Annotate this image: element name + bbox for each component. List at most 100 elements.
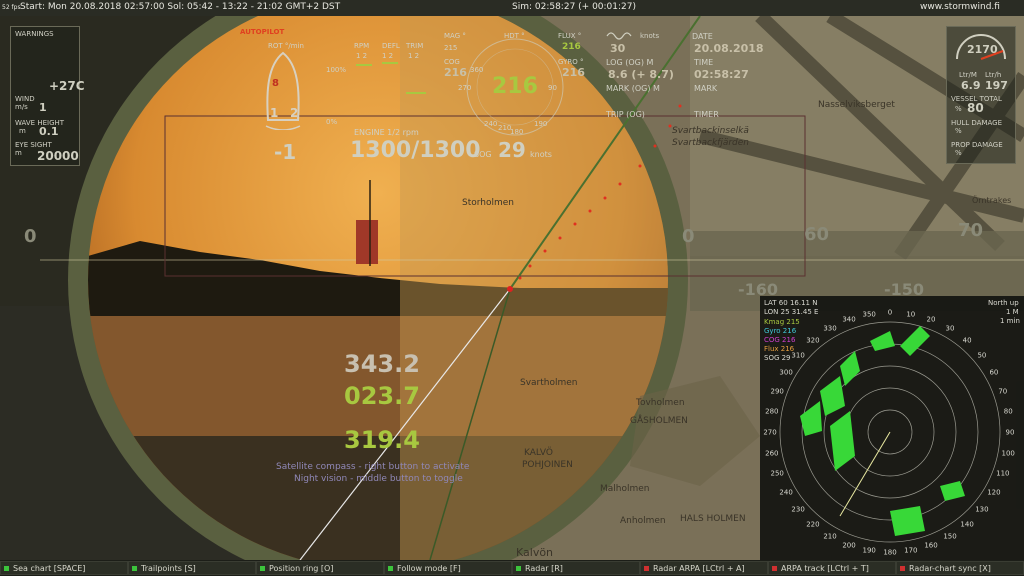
radar-bearing-label: 270 [763, 429, 776, 437]
radar-bearing-label: 0 [888, 309, 892, 317]
map-label-nasselviksberget: Nasselviksberget [818, 100, 895, 110]
mag-value: 215 [444, 44, 458, 52]
map-label-svartbackfjarden: Svartbackfjärden [672, 138, 750, 148]
radar-bearing-label: 20 [927, 316, 936, 324]
autopilot-title[interactable]: AUTOPILOT [240, 28, 284, 36]
engine-label: ENGINE 1/2 rpm [354, 128, 419, 137]
radar-bearing-label: 140 [960, 520, 973, 528]
date-label: DATE [692, 32, 713, 41]
fps-counter: 52 fps [2, 4, 21, 11]
trip-label: TRIP (OG) [606, 110, 645, 119]
map-label-pohjoinen: POHJOINEN [522, 460, 573, 470]
fuel-per-mile-value: 6.9 [961, 79, 981, 92]
eye-sight-label: EYE SIGHT [15, 141, 52, 149]
vessel-total-unit: % [955, 105, 962, 113]
radar-bearing-label: 290 [771, 388, 784, 396]
map-label-svartholmen: Svartholmen [520, 378, 578, 388]
map-label-svartbackinselka: Svartbackinselkä [672, 126, 749, 136]
sea-chart-button[interactable]: Sea chart [SPACE] [0, 561, 128, 575]
radar-arpa-button[interactable]: Radar ARPA [LCtrl + A] [640, 561, 768, 575]
radar-scope[interactable]: 350 0 10 20 30 40 50 60 70 80 90 100 110 120 130140 150… [760, 296, 1024, 560]
radar-bearing-label: 300 [779, 369, 792, 377]
radar-bearing-label: 60 [989, 369, 998, 377]
date-value: 20.08.2018 [694, 42, 764, 55]
toggle-status-icon [900, 566, 905, 571]
hull-damage-label: HULL DAMAGE [951, 119, 1003, 127]
cog-label: COG [444, 58, 460, 66]
radar-bearing-label: 210 [823, 532, 836, 540]
radar-bearing-label: 30 [946, 325, 955, 333]
fuel-per-hour-label: Ltr/h [985, 71, 1002, 79]
rpm-engine-ids: 1 2 [356, 52, 368, 60]
sim-time: Sim: 02:58:27 (+ 00:01:27) [512, 2, 637, 12]
defl-bar [382, 62, 398, 64]
rot-value: -1 [274, 140, 297, 164]
radar-bearing-label: 180 [883, 549, 896, 557]
site-link[interactable]: www.stormwind.fi [920, 2, 1000, 12]
radar-bearing-label: 330 [823, 325, 836, 333]
radar-bearing-label: 240 [779, 489, 792, 497]
compass-tick-360: 360 [470, 66, 484, 74]
wind-value: 1 [39, 101, 47, 114]
trailpoints-button[interactable]: Trailpoints [S] [128, 561, 256, 575]
trim-label: TRIM [406, 42, 424, 50]
hud-scale-70: 70 [958, 220, 984, 241]
radar-bearing-label: 10 [906, 310, 915, 318]
warnings-panel: WARNINGS WIND m/s 1 +27C WAVE HEIGHT m 0… [10, 26, 85, 166]
gyro-value: 216 [562, 66, 585, 79]
engine-marker: 8 [272, 78, 279, 89]
position-ring-button[interactable]: Position ring [O] [256, 561, 384, 575]
map-label-hals-holmen: HALS HOLMEN [680, 514, 746, 524]
scope-bearing-3: 319.4 [344, 426, 420, 454]
trim-bar [406, 92, 426, 94]
arpa-track-button[interactable]: ARPA track [LCtrl + T] [768, 561, 896, 575]
time-label: TIME [694, 58, 714, 67]
map-label-kalvo: KALVÖ [524, 448, 554, 458]
flux-label: FLUX ° [558, 32, 582, 40]
rpm-gauge-value: 2170 [967, 43, 998, 56]
log-value: 8.6 (+ 8.7) [608, 68, 674, 81]
temperature-value: +27C [49, 79, 85, 93]
hdt-label: HDT ° [504, 32, 525, 40]
map-label-gasholmen: GÅSHOLMEN [630, 416, 688, 426]
radar-panel[interactable]: LAT 60 16.11 N LON 25 31.45 E Kmag 215 G… [760, 296, 1024, 560]
defl-engine-ids: 1 2 [382, 52, 394, 60]
radar-button[interactable]: Radar [R] [512, 561, 640, 575]
compass-tick-240: 240 [484, 120, 498, 128]
radar-bearing-label: 80 [1004, 408, 1013, 416]
radar-bearing-label: 260 [765, 449, 778, 457]
radar-bearing-label: 310 [791, 351, 804, 359]
start-info: Start: Mon 20.08.2018 02:57:00 Sol: 05:4… [20, 2, 341, 12]
sog-label: SOG [474, 150, 492, 159]
follow-mode-button[interactable]: Follow mode [F] [384, 561, 512, 575]
fuel-per-mile-label: Ltr/M [959, 71, 977, 79]
eye-sight-value: 20000 [37, 149, 79, 163]
engine-1-id: 1 [270, 106, 279, 120]
wave-height-value: 0.1 [39, 125, 59, 138]
rot-label: ROT °/min [268, 42, 304, 50]
scope-bearing-2: 023.7 [344, 382, 420, 410]
radar-bearing-label: 90 [1006, 429, 1015, 437]
scope-hint-night-vision: Night vision - middle button to toggle [294, 474, 463, 484]
rpm-label: RPM [354, 42, 370, 50]
radar-bearing-label: 230 [791, 506, 804, 514]
radar-chart-sync-button[interactable]: Radar-chart sync [X] [896, 561, 1024, 575]
defl-label: DEFL [382, 42, 400, 50]
mark-og-label: MARK (OG) M [606, 84, 660, 93]
hud-scale-left-zero: 0 [24, 226, 37, 247]
radar-bearing-label: 50 [977, 351, 986, 359]
radar-bearing-label: 350 [863, 310, 876, 318]
fuel-per-hour-value: 197 [985, 79, 1008, 92]
mag-label: MAG ° [444, 32, 466, 40]
radar-bearing-label: 250 [771, 470, 784, 478]
top-status-bar: 52 fps Start: Mon 20.08.2018 02:57:00 So… [0, 0, 1024, 16]
time-value: 02:58:27 [694, 68, 749, 81]
radar-bearing-label: 170 [904, 547, 917, 555]
radar-bearing-label: 130 [975, 506, 988, 514]
map-label-kalvon: Kalvön [516, 546, 554, 559]
compass-tick-210: 210 [498, 124, 512, 132]
prop-damage-unit: % [955, 149, 962, 157]
eye-sight-unit: m [15, 149, 22, 157]
toggle-status-icon [772, 566, 777, 571]
rpm-scale-0: 0% [326, 118, 338, 126]
